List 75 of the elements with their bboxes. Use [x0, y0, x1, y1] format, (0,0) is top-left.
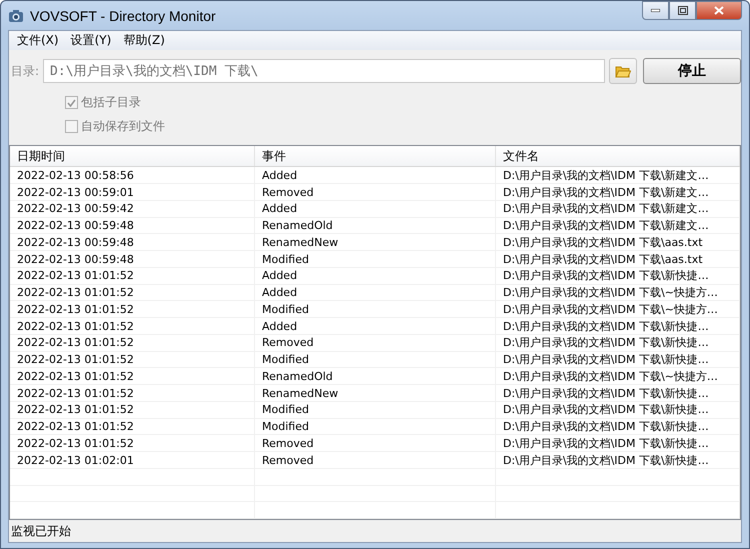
browse-button[interactable]	[609, 58, 637, 84]
table-cell: 2022-02-13 01:01:52	[17, 436, 134, 450]
table-cell: Added	[262, 168, 298, 182]
checkbox-label: 自动保存到文件	[81, 118, 165, 135]
table-cell: D:\用户目录\我的文档\IDM 下载\新快捷…	[503, 352, 709, 367]
table-cell: D:\用户目录\我的文档\IDM 下载\新建文…	[503, 168, 709, 183]
table-cell: Removed	[262, 186, 314, 198]
menu-item[interactable]: 帮助(Z)	[117, 32, 171, 49]
table-cell: 2022-02-13 01:01:52	[17, 286, 134, 299]
close-icon	[714, 6, 724, 15]
directory-label: 目录:	[11, 62, 40, 80]
table-cell: 2022-02-13 00:59:48	[17, 236, 134, 249]
window-title: VOVSOFT - Directory Monitor	[30, 8, 216, 24]
column-header[interactable]: 文件名	[496, 146, 740, 166]
maximize-button[interactable]	[669, 1, 696, 20]
menu-item[interactable]: 文件(X)	[11, 32, 65, 49]
camera-icon	[8, 8, 24, 22]
table-cell: 2022-02-13 00:59:01	[17, 186, 134, 198]
table-cell: D:\用户目录\我的文档\IDM 下载\aas.txt	[503, 234, 703, 250]
table-cell: D:\用户目录\我的文档\IDM 下载\aas.txt	[503, 252, 703, 266]
table-cell: D:\用户目录\我的文档\IDM 下载\新快捷…	[503, 452, 709, 468]
table-cell: 2022-02-13 01:01:52	[17, 320, 134, 332]
table-cell: 2022-02-13 01:01:52	[17, 353, 134, 366]
status-text: 监视已开始	[10, 522, 72, 540]
table-cell: 2022-02-13 01:01:52	[17, 336, 134, 350]
table-cell: Modified	[262, 353, 309, 366]
table-cell: RenamedOld	[262, 219, 333, 232]
minimize-icon	[651, 9, 660, 12]
table-cell: D:\用户目录\我的文档\IDM 下载\新快捷…	[503, 402, 709, 418]
table-cell: D:\用户目录\我的文档\IDM 下载\新快捷…	[503, 318, 709, 334]
maximize-icon	[678, 6, 688, 15]
table-cell: 2022-02-13 01:01:52	[17, 302, 134, 316]
table-cell: Modified	[262, 252, 309, 266]
table-cell: 2022-02-13 01:01:52	[17, 420, 134, 433]
table-cell: RenamedNew	[262, 236, 338, 249]
table-cell: Removed	[262, 436, 314, 450]
table-cell: RenamedNew	[262, 386, 338, 400]
table-cell: D:\用户目录\我的文档\IDM 下载\新快捷…	[503, 419, 709, 434]
minimize-button[interactable]	[642, 1, 669, 20]
table-cell: Added	[262, 286, 298, 299]
table-cell: Added	[262, 320, 298, 332]
folder-icon	[615, 64, 631, 78]
close-button[interactable]	[696, 1, 742, 20]
column-header[interactable]: 事件	[255, 146, 496, 166]
table-cell: Removed	[262, 454, 314, 466]
table-cell: Modified	[262, 420, 309, 433]
table-cell: 2022-02-13 01:02:01	[17, 454, 134, 466]
table-cell: Added	[262, 269, 298, 282]
table-cell: 2022-02-13 01:01:52	[17, 403, 134, 416]
table-cell: D:\用户目录\我的文档\IDM 下载\~快捷方…	[503, 302, 718, 317]
table-cell: 2022-02-13 00:59:42	[17, 202, 134, 216]
table-cell: 2022-02-13 01:01:52	[17, 370, 134, 383]
table-cell: Modified	[262, 403, 309, 416]
menu-item[interactable]: 设置(Y)	[64, 32, 118, 49]
table-cell: 2022-02-13 00:59:48	[17, 219, 134, 232]
table-cell: 2022-02-13 01:01:52	[17, 386, 134, 400]
table-cell: Modified	[262, 302, 309, 316]
table-cell: 2022-02-13 01:01:52	[17, 269, 134, 282]
table-cell: Removed	[262, 336, 314, 350]
table-cell: D:\用户目录\我的文档\IDM 下载\~快捷方…	[503, 285, 718, 300]
table-cell: D:\用户目录\我的文档\IDM 下载\新快捷…	[503, 335, 709, 350]
table-cell: D:\用户目录\我的文档\IDM 下载\~快捷方…	[503, 368, 718, 384]
table-cell: D:\用户目录\我的文档\IDM 下载\新快捷…	[503, 386, 709, 400]
table-cell: 2022-02-13 00:58:56	[17, 168, 134, 182]
table-cell: D:\用户目录\我的文档\IDM 下载\新建文…	[503, 201, 709, 216]
table-cell: D:\用户目录\我的文档\IDM 下载\新建文…	[503, 184, 709, 200]
table-cell: D:\用户目录\我的文档\IDM 下载\新快捷…	[503, 436, 709, 451]
column-header[interactable]: 日期时间	[10, 146, 255, 166]
stop-button[interactable]: 停止	[643, 58, 741, 84]
table-cell: Added	[262, 202, 298, 216]
table-cell: 2022-02-13 00:59:48	[17, 252, 134, 266]
table-cell: D:\用户目录\我的文档\IDM 下载\新快捷…	[503, 268, 709, 284]
checkbox-label: 包括子目录	[81, 94, 141, 111]
table-cell: D:\用户目录\我的文档\IDM 下载\新建文…	[503, 218, 709, 233]
table-cell: RenamedOld	[262, 370, 333, 383]
